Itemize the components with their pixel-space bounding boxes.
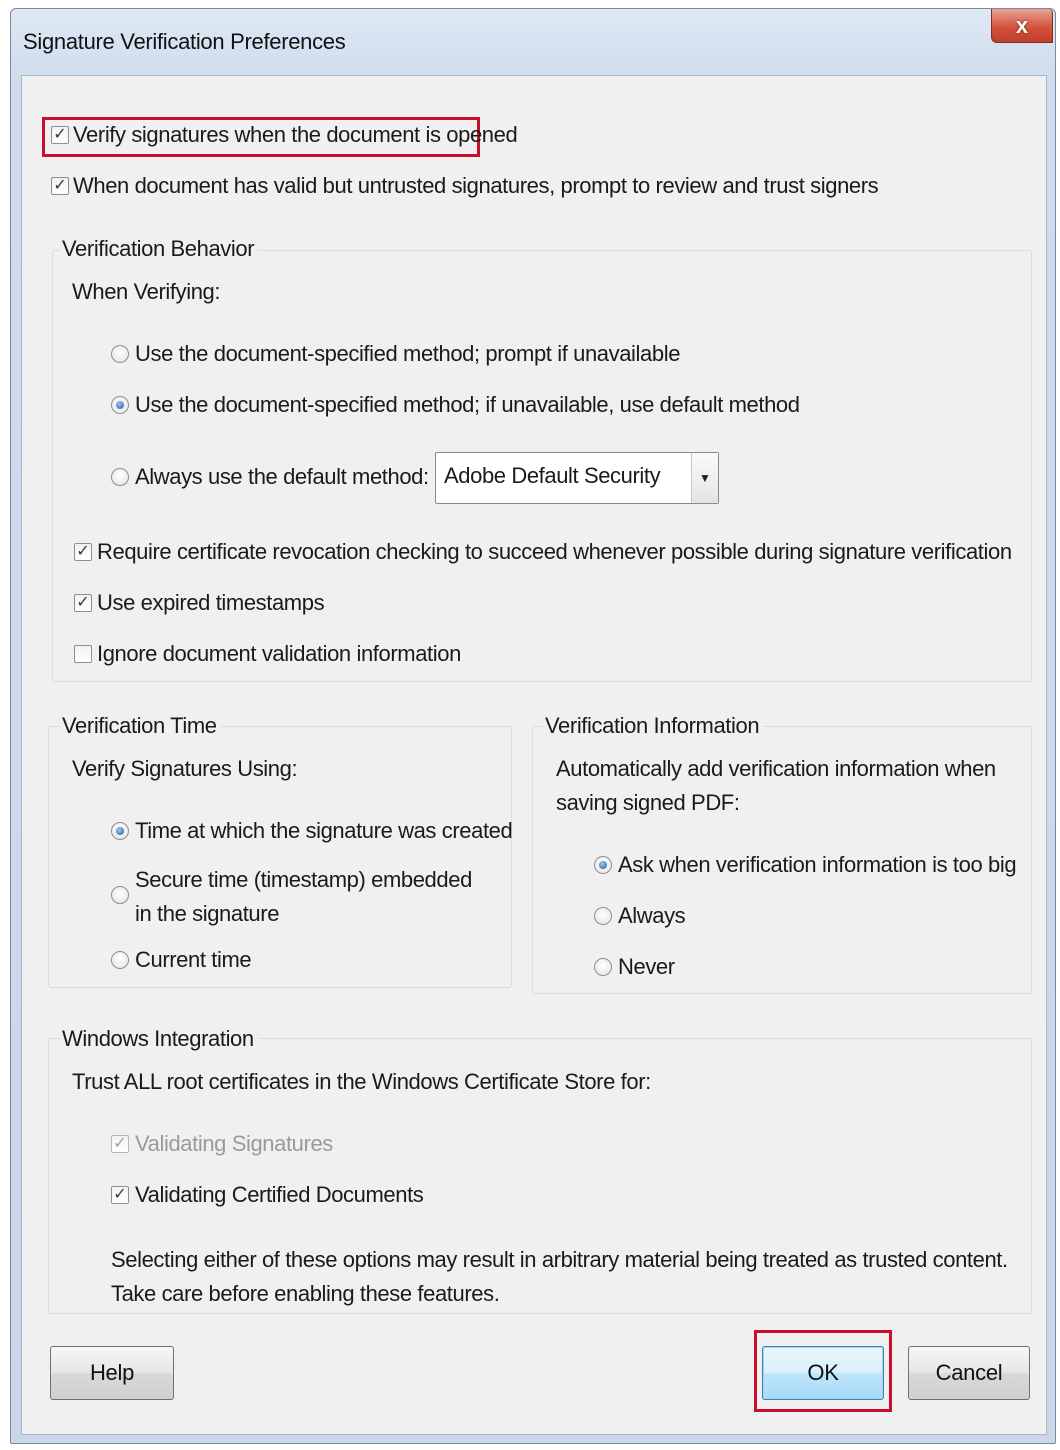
radio-selected-dot [116,827,124,835]
require-revocation-checkbox[interactable]: ✓ [74,543,92,561]
time-label-current: Current time [135,947,252,972]
close-icon: x [1015,12,1029,38]
validating-signatures-label: Validating Signatures [135,1131,333,1156]
info-radio-ask[interactable] [594,856,612,874]
verify-on-open-checkbox[interactable]: ✓ [51,126,69,144]
when-verifying-label: When Verifying: [72,279,221,304]
cancel-button-label: Cancel [935,1360,1003,1385]
radio-selected-dot [116,401,124,409]
auto-add-info-line1: Automatically add verification informati… [556,756,996,781]
ignore-validation-info-checkbox[interactable] [74,645,92,663]
method-radio-always-default[interactable] [111,468,129,486]
use-expired-timestamps-label: Use expired timestamps [97,590,325,615]
method-label-default-fallback: Use the document-specified method; if un… [135,392,800,417]
trust-root-certs-label: Trust ALL root certificates in the Windo… [72,1069,651,1094]
help-button-label: Help [89,1360,135,1385]
validating-certified-label: Validating Certified Documents [135,1182,424,1207]
close-button[interactable]: x [991,9,1053,43]
dialog-window: Signature Verification Preferences x ✓ V… [10,8,1056,1444]
verification-behavior-title: Verification Behavior [60,236,259,262]
prompt-untrusted-checkbox[interactable]: ✓ [51,177,69,195]
ok-button[interactable]: OK [762,1346,884,1400]
default-method-value: Adobe Default Security [444,463,661,488]
verify-signatures-using-label: Verify Signatures Using: [72,756,298,781]
prompt-untrusted-label: When document has valid but untrusted si… [73,173,879,198]
info-radio-always[interactable] [594,907,612,925]
method-radio-default-fallback[interactable] [111,396,129,414]
validating-certified-checkbox[interactable]: ✓ [111,1186,129,1204]
title-bar[interactable]: Signature Verification Preferences x [11,9,1055,75]
method-label-always-default: Always use the default method: [135,464,429,489]
info-radio-never[interactable] [594,958,612,976]
time-label-secure-line1: Secure time (timestamp) embedded [135,867,472,892]
ok-button-label: OK [807,1360,839,1385]
verification-information-title: Verification Information [543,713,764,739]
time-label-secure-line2: in the signature [135,901,280,926]
use-expired-timestamps-checkbox[interactable]: ✓ [74,594,92,612]
windows-integration-title: Windows Integration [60,1026,258,1052]
time-radio-secure-timestamp[interactable] [111,886,129,904]
method-label-prompt: Use the document-specified method; promp… [135,341,681,366]
require-revocation-label: Require certificate revocation checking … [97,539,1012,564]
dialog-content: ✓ Verify signatures when the document is… [21,75,1047,1435]
info-label-never: Never [618,954,675,979]
dialog-title: Signature Verification Preferences [23,29,346,54]
validating-signatures-checkbox: ✓ [111,1135,129,1153]
time-label-created: Time at which the signature was created [135,818,513,843]
ignore-validation-info-label: Ignore document validation information [97,641,461,666]
default-method-dropdown[interactable]: Adobe Default Security ▼ [435,452,719,504]
method-radio-prompt[interactable] [111,345,129,363]
radio-selected-dot [599,861,607,869]
help-button[interactable]: Help [50,1346,174,1400]
verification-time-title: Verification Time [60,713,221,739]
info-label-ask: Ask when verification information is too… [618,852,1017,877]
verify-on-open-label: Verify signatures when the document is o… [73,122,518,147]
time-radio-current[interactable] [111,951,129,969]
info-label-always: Always [618,903,686,928]
dropdown-arrow-icon[interactable]: ▼ [691,453,718,503]
auto-add-info-line2: saving signed PDF: [556,790,740,815]
warning-text-line1: Selecting either of these options may re… [111,1247,1008,1272]
warning-text-line2: Take care before enabling these features… [111,1281,500,1306]
cancel-button[interactable]: Cancel [908,1346,1030,1400]
time-radio-created[interactable] [111,822,129,840]
